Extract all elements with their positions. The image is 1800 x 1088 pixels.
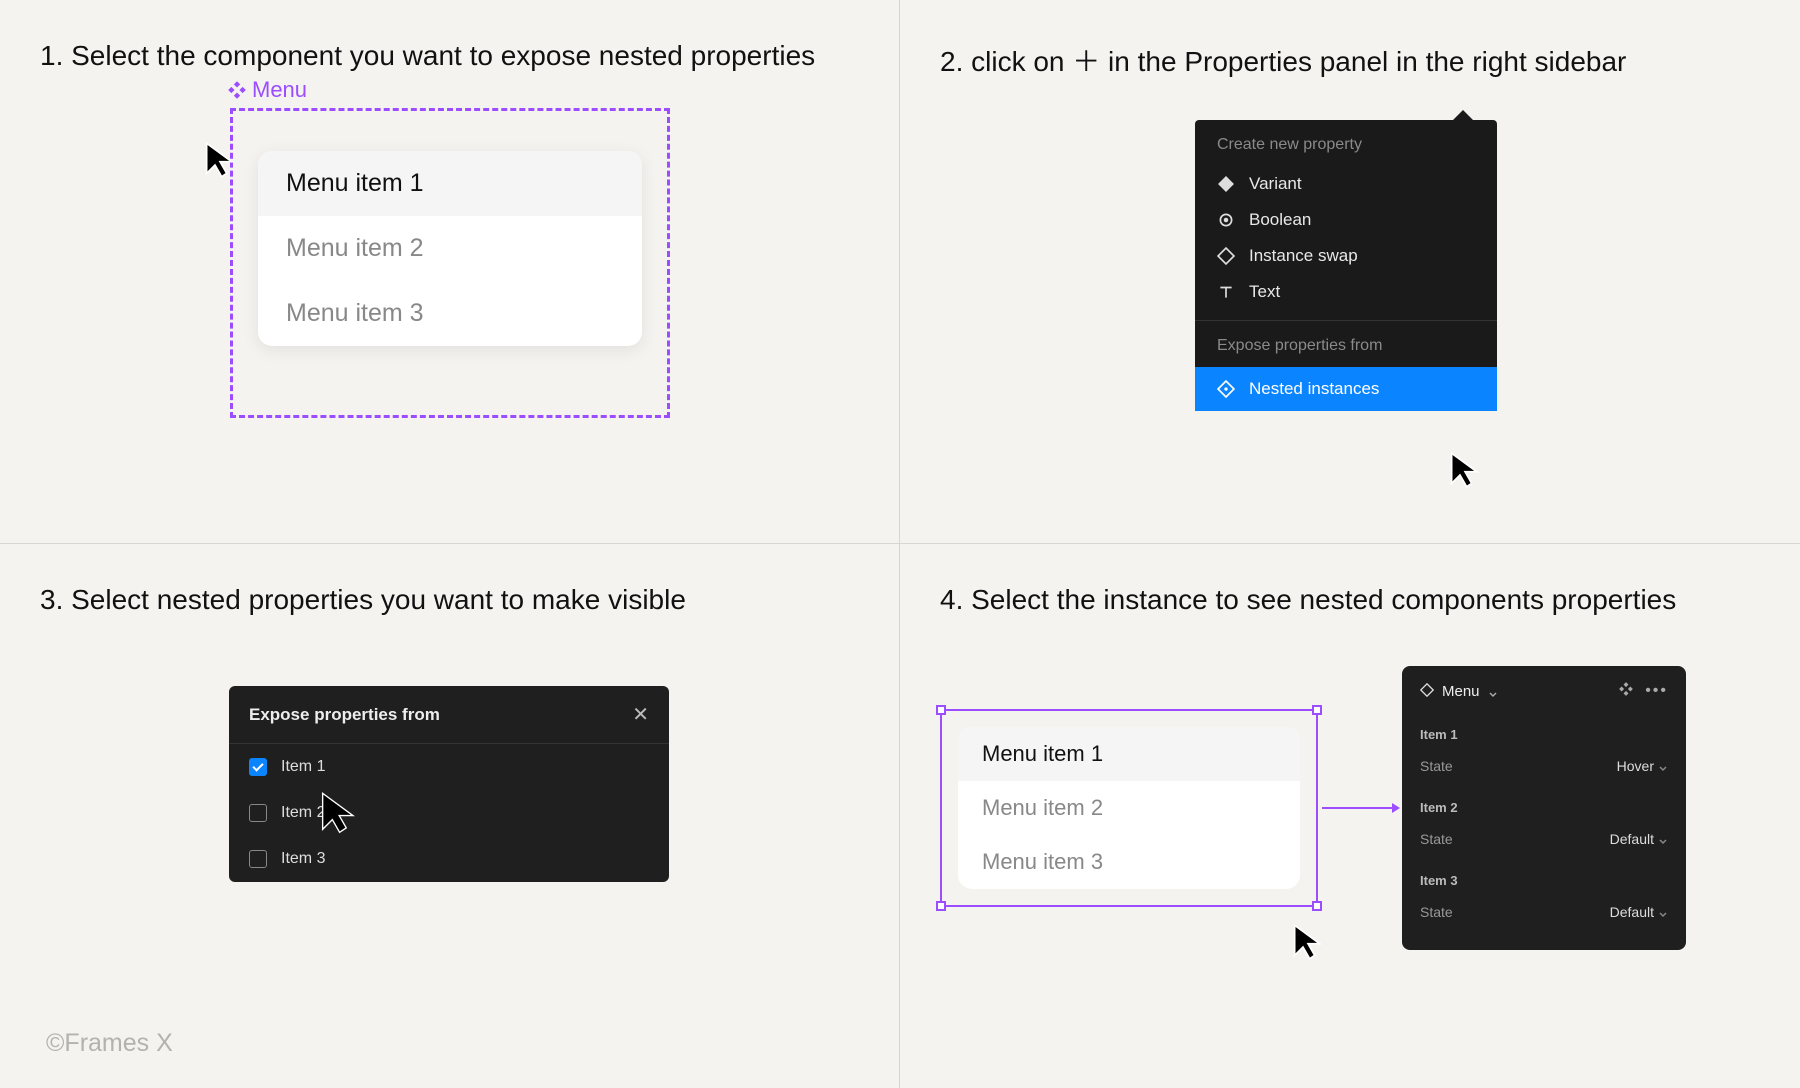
create-property-menu: Create new property Variant Boolean Inst… — [1195, 120, 1497, 411]
create-property-header: Create new property — [1195, 120, 1497, 166]
prop-label: State — [1420, 758, 1453, 774]
section-label: Item 3 — [1420, 861, 1668, 898]
menu-option-nested-instances[interactable]: Nested instances — [1195, 367, 1497, 411]
chevron-down-icon — [1658, 761, 1668, 771]
checkbox-unchecked[interactable] — [249, 850, 267, 868]
component-icon — [228, 81, 246, 99]
chevron-down-icon — [1658, 907, 1668, 917]
text-icon — [1217, 283, 1235, 301]
prop-value-dropdown[interactable]: Default — [1610, 831, 1668, 847]
menu-item[interactable]: Menu item 1 — [258, 151, 642, 216]
panel-title: Expose properties from — [249, 705, 440, 725]
option-label: Variant — [1249, 174, 1302, 194]
instance-icon — [1420, 683, 1434, 701]
properties-panel: Menu ••• Item 1 State Hover I — [1402, 666, 1686, 950]
checkbox-label: Item 1 — [281, 758, 325, 776]
expose-properties-panel: Expose properties from ✕ Item 1 Item 2 I… — [229, 686, 669, 882]
option-label: Nested instances — [1249, 379, 1379, 399]
checkbox-label: Item 2 — [281, 804, 325, 822]
frame-label: Menu — [228, 77, 307, 103]
menu-item[interactable]: Menu item 3 — [958, 835, 1300, 889]
selection-handle[interactable] — [936, 705, 946, 715]
instance-frame[interactable]: Menu item 1 Menu item 2 Menu item 3 — [940, 709, 1318, 907]
step-4: 4. Select the instance to see nested com… — [900, 544, 1800, 1088]
boolean-icon — [1217, 211, 1235, 229]
selection-handle[interactable] — [1312, 705, 1322, 715]
variant-icon — [1217, 175, 1235, 193]
step-4-title: 4. Select the instance to see nested com… — [940, 584, 1760, 616]
menu-item[interactable]: Menu item 3 — [258, 281, 642, 346]
step-2-title: 2. click on ＋ in the Properties panel in… — [940, 40, 1760, 80]
menu-option-variant[interactable]: Variant — [1195, 166, 1497, 202]
component-frame[interactable]: Menu Menu item 1 Menu item 2 Menu item 3 — [230, 108, 670, 418]
close-icon[interactable]: ✕ — [632, 702, 649, 727]
checkbox-row[interactable]: Item 3 — [229, 836, 669, 882]
prop-label: State — [1420, 831, 1453, 847]
section-label: Item 1 — [1420, 715, 1668, 752]
menu-card: Menu item 1 Menu item 2 Menu item 3 — [258, 151, 642, 346]
watermark: ©Frames X — [46, 1029, 173, 1058]
menu-option-instance-swap[interactable]: Instance swap — [1195, 238, 1497, 274]
checkbox-checked[interactable] — [249, 758, 267, 776]
more-icon[interactable]: ••• — [1645, 682, 1668, 701]
step-1: 1. Select the component you want to expo… — [0, 0, 900, 544]
prop-label: State — [1420, 904, 1453, 920]
selection-handle[interactable] — [1312, 901, 1322, 911]
checkbox-label: Item 3 — [281, 850, 325, 868]
cursor-icon — [1445, 450, 1485, 495]
instance-swap-icon — [1217, 247, 1235, 265]
menu-item[interactable]: Menu item 1 — [958, 727, 1300, 781]
menu-option-boolean[interactable]: Boolean — [1195, 202, 1497, 238]
panel-title-text: Menu — [1442, 683, 1480, 700]
option-label: Boolean — [1249, 210, 1311, 230]
menu-option-text[interactable]: Text — [1195, 274, 1497, 310]
step-3: 3. Select nested properties you want to … — [0, 544, 900, 1088]
step-1-title: 1. Select the component you want to expo… — [40, 40, 859, 72]
section-label: Item 2 — [1420, 788, 1668, 825]
nested-instances-icon — [1217, 380, 1235, 398]
checkbox-unchecked[interactable] — [249, 804, 267, 822]
prop-value-dropdown[interactable]: Hover — [1617, 758, 1668, 774]
panel-title: Menu — [1420, 683, 1498, 701]
selection-handle[interactable] — [936, 901, 946, 911]
component-icon[interactable] — [1619, 682, 1633, 701]
step-2: 2. click on ＋ in the Properties panel in… — [900, 0, 1800, 544]
option-label: Text — [1249, 282, 1280, 302]
checkbox-row[interactable]: Item 1 — [229, 744, 669, 790]
expose-header: Expose properties from — [1195, 321, 1497, 367]
panel-header: Expose properties from ✕ — [229, 686, 669, 744]
prop-value-dropdown[interactable]: Default — [1610, 904, 1668, 920]
chevron-down-icon — [1658, 834, 1668, 844]
connector-arrow-icon — [1322, 807, 1398, 809]
menu-item[interactable]: Menu item 2 — [958, 781, 1300, 835]
chevron-down-icon[interactable] — [1488, 687, 1498, 697]
option-label: Instance swap — [1249, 246, 1358, 266]
step-3-title: 3. Select nested properties you want to … — [40, 584, 859, 616]
menu-item[interactable]: Menu item 2 — [258, 216, 642, 281]
frame-label-text: Menu — [252, 77, 307, 103]
checkbox-row[interactable]: Item 2 — [229, 790, 669, 836]
